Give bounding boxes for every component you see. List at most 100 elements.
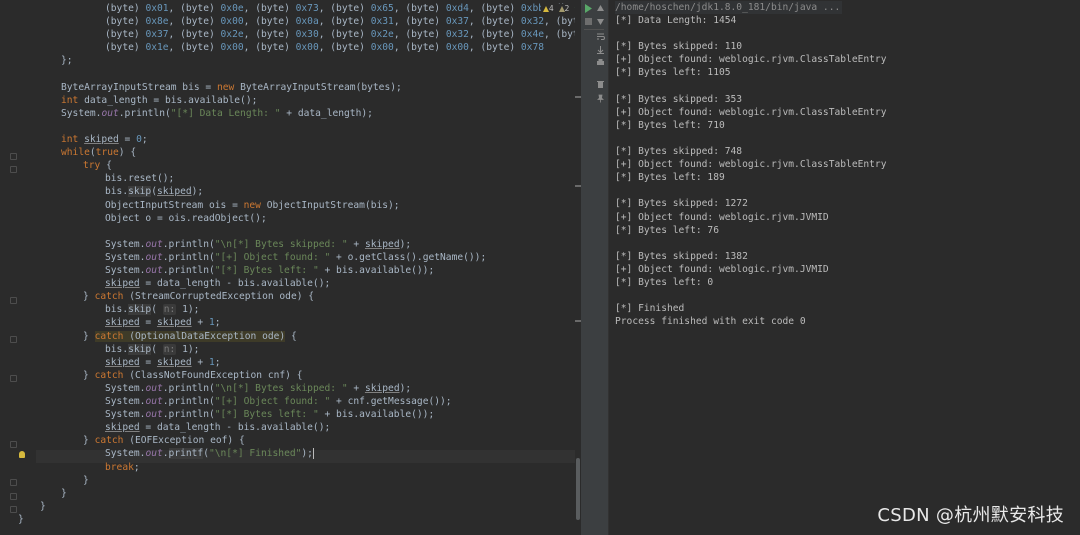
code-token: data_length = bis.available();	[84, 94, 258, 106]
rerun-icon[interactable]	[584, 4, 593, 13]
code-line-p6[interactable]: System.out.println("[*] Bytes left: " + …	[105, 408, 434, 421]
code-line-b1[interactable]: (byte) 0x01, (byte) 0x0e, (byte) 0x73, (…	[105, 2, 581, 15]
scroll-down-icon[interactable]	[596, 17, 605, 26]
code-line-p2[interactable]: System.out.println("[+] Object found: " …	[105, 251, 486, 264]
fold-marker-icon[interactable]	[10, 493, 17, 500]
code-token: ObjectInputStream(bis);	[266, 199, 400, 211]
code-token: , (byte)	[393, 42, 446, 54]
code-line-b4[interactable]: (byte) 0x1e, (byte) 0x00, (byte) 0x00, (…	[105, 41, 544, 54]
code-token: (byte)	[105, 16, 146, 28]
code-token: int	[61, 134, 85, 145]
code-line-close-array[interactable]: };	[61, 54, 73, 67]
code-line-skip2[interactable]: bis.skip( n: 1);	[105, 303, 199, 316]
fold-marker-icon[interactable]	[10, 441, 17, 448]
code-line-print-len[interactable]: System.out.println("[*] Data Length: " +…	[61, 107, 373, 120]
clear-icon[interactable]	[596, 80, 605, 89]
code-token: System.	[61, 107, 102, 119]
code-token: ;	[214, 317, 221, 329]
code-token: .println(	[162, 238, 215, 250]
code-token: }	[83, 291, 95, 303]
code-line-len-decl[interactable]: int data_length = bis.available();	[61, 94, 257, 107]
code-line-close2[interactable]: }	[61, 487, 67, 500]
code-line-s3[interactable]: skiped = skiped + 1;	[105, 356, 221, 369]
fold-marker-icon[interactable]	[10, 479, 17, 486]
code-token: );	[399, 238, 412, 250]
scroll-thumb[interactable]	[576, 458, 580, 520]
code-token: {	[106, 160, 112, 172]
code-token: skip	[128, 304, 152, 316]
editor-gutter[interactable]	[0, 0, 36, 535]
code-token: "[+] Object found: "	[214, 251, 331, 263]
scroll-up-icon[interactable]	[596, 4, 605, 13]
code-line-close1[interactable]: }	[83, 474, 89, 487]
fold-marker-icon[interactable]	[10, 506, 17, 513]
code-line-s1[interactable]: skiped = data_length - bis.available();	[105, 277, 330, 290]
fold-marker-icon[interactable]	[10, 375, 17, 382]
code-token: }	[83, 330, 95, 342]
code-token: skiped	[157, 186, 192, 198]
fold-marker-icon[interactable]	[10, 166, 17, 173]
code-line-ois[interactable]: ObjectInputStream ois = new ObjectInputS…	[105, 199, 400, 212]
console-output-line: [*] Finished	[615, 303, 685, 315]
toolbar-separator	[584, 29, 604, 30]
run-console[interactable]: /home/hoschen/jdk1.8.0_181/bin/java ... …	[608, 0, 1080, 535]
code-token: , (byte)	[243, 3, 296, 14]
code-line-close3[interactable]: }	[40, 500, 46, 513]
code-line-b2[interactable]: (byte) 0x8e, (byte) 0x00, (byte) 0x0a, (…	[105, 15, 581, 28]
code-token: skip	[128, 343, 152, 355]
code-token: ) {	[118, 147, 137, 159]
code-line-catch2[interactable]: } catch (OptionalDataException ode) {	[83, 330, 297, 343]
code-line-p3[interactable]: System.out.println("[*] Bytes left: " + …	[105, 264, 434, 277]
fold-marker-icon[interactable]	[10, 336, 17, 343]
code-editor[interactable]: (byte) 0x01, (byte) 0x0e, (byte) 0x73, (…	[0, 0, 581, 535]
fold-marker-icon[interactable]	[10, 153, 17, 160]
console-output-line: [*] Bytes left: 0	[615, 277, 714, 288]
code-line-skip-decl[interactable]: int skiped = 0;	[61, 133, 148, 146]
scroll-to-end-icon[interactable]	[596, 45, 605, 54]
code-line-reset[interactable]: bis.reset();	[105, 172, 174, 185]
code-line-readobj[interactable]: Object o = ois.readObject();	[105, 212, 267, 225]
fold-marker-icon[interactable]	[10, 297, 17, 304]
parameter-hint: n:	[162, 343, 177, 355]
code-line-b3[interactable]: (byte) 0x37, (byte) 0x2e, (byte) 0x30, (…	[105, 28, 581, 41]
code-line-skip3[interactable]: bis.skip( n: 1);	[105, 343, 199, 356]
code-token: "\n[*] Bytes skipped: "	[214, 238, 348, 250]
code-token: .println(	[162, 396, 215, 407]
code-token: = data_length - bis.available();	[139, 422, 331, 434]
console-command-line[interactable]: /home/hoschen/jdk1.8.0_181/bin/java ...	[615, 1, 843, 14]
code-line-skip1[interactable]: bis.skip(skiped);	[105, 185, 203, 198]
code-line-s4[interactable]: skiped = data_length - bis.available();	[105, 421, 330, 434]
code-line-p4[interactable]: System.out.println("\n[*] Bytes skipped:…	[105, 382, 411, 395]
soft-wrap-icon[interactable]	[596, 32, 605, 41]
code-token: bis.reset();	[105, 173, 175, 185]
code-token: 0x65	[370, 3, 394, 14]
code-token: System.	[105, 265, 146, 276]
stop-icon[interactable]	[584, 17, 593, 26]
code-token: 0x30	[295, 29, 319, 41]
code-token: Object o = ois.readObject();	[105, 212, 267, 224]
code-line-catch3[interactable]: } catch (ClassNotFoundException cnf) {	[83, 369, 303, 382]
code-line-p1[interactable]: System.out.println("\n[*] Bytes skipped:…	[105, 238, 411, 251]
code-token: 0x00	[295, 42, 319, 54]
code-line-try[interactable]: try {	[83, 159, 112, 172]
code-token: =	[118, 134, 137, 145]
pin-icon[interactable]	[596, 94, 605, 103]
code-token: .	[162, 448, 169, 460]
console-output-line: [*] Bytes left: 1105	[615, 67, 731, 79]
code-line-close4[interactable]: }	[18, 513, 24, 526]
code-line-break[interactable]: break;	[105, 461, 140, 474]
code-line-catch1[interactable]: } catch (StreamCorruptedException ode) {	[83, 290, 314, 303]
console-output-line: [+] Object found: weblogic.rjvm.ClassTab…	[615, 106, 887, 118]
code-line-printf[interactable]: System.out.printf("\n[*] Finished");	[105, 447, 314, 460]
code-token: catch	[94, 435, 130, 447]
code-line-p5[interactable]: System.out.println("[+] Object found: " …	[105, 395, 452, 408]
code-line-s2[interactable]: skiped = skiped + 1;	[105, 316, 221, 329]
code-token: 0x8e	[145, 16, 169, 28]
print-icon[interactable]	[596, 58, 605, 67]
code-line-catch4[interactable]: } catch (EOFException eof) {	[83, 434, 245, 447]
code-token: .println(	[162, 382, 215, 394]
lightbulb-icon[interactable]	[19, 451, 25, 458]
code-line-bis-decl[interactable]: ByteArrayInputStream bis = new ByteArray…	[61, 81, 402, 94]
console-output-line: [*] Bytes left: 189	[615, 172, 725, 184]
code-line-while[interactable]: while(true) {	[61, 146, 136, 159]
